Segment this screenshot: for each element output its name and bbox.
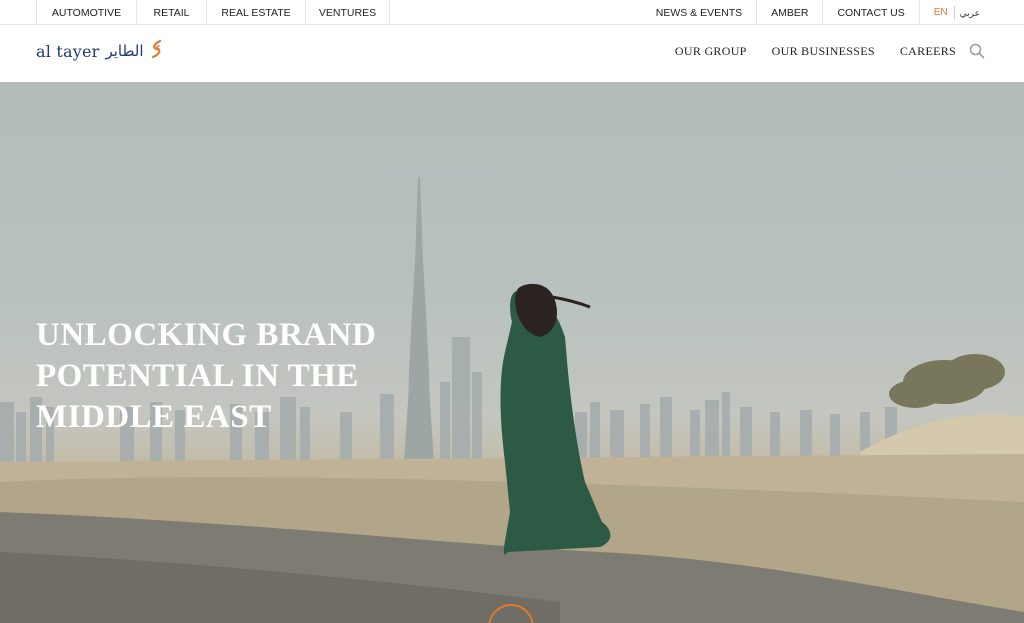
topnav-retail[interactable]: RETAIL — [137, 0, 207, 25]
lang-en-link[interactable]: EN — [934, 5, 955, 20]
hero-title: UNLOCKING BRAND POTENTIAL IN THE MIDDLE … — [36, 317, 377, 435]
main-nav: OUR GROUP OUR BUSINESSES CAREERS — [650, 26, 986, 76]
top-utility-bar: AUTOMOTIVE RETAIL REAL ESTATE VENTURES N… — [0, 0, 1024, 25]
topnav-automotive[interactable]: AUTOMOTIVE — [36, 0, 137, 25]
nav-our-group[interactable]: OUR GROUP — [675, 44, 747, 59]
top-left-nav: AUTOMOTIVE RETAIL REAL ESTATE VENTURES — [36, 0, 390, 25]
lang-ar-link[interactable]: عربي — [955, 6, 980, 20]
topnav-ventures[interactable]: VENTURES — [306, 0, 390, 25]
logo-text-en: al tayer — [36, 41, 100, 61]
top-right-nav: NEWS & EVENTS AMBER CONTACT US EN عربي — [642, 0, 988, 25]
topnav-contact-us[interactable]: CONTACT US — [823, 0, 920, 25]
brand-logo[interactable]: al tayer الطاير — [36, 36, 164, 66]
logo-mark-icon — [151, 39, 161, 59]
main-header: al tayer الطاير OUR GROUP OUR BUSINESSES… — [0, 26, 1024, 82]
search-icon[interactable] — [968, 42, 986, 60]
nav-our-businesses[interactable]: OUR BUSINESSES — [772, 44, 875, 59]
topnav-news-events[interactable]: NEWS & EVENTS — [642, 0, 758, 25]
language-switcher: EN عربي — [920, 0, 988, 25]
topnav-real-estate[interactable]: REAL ESTATE — [207, 0, 306, 25]
topnav-amber[interactable]: AMBER — [757, 0, 824, 25]
nav-careers[interactable]: CAREERS — [900, 44, 956, 59]
hero-banner: UNLOCKING BRAND POTENTIAL IN THE MIDDLE … — [0, 82, 1024, 623]
logo-text-ar: الطاير — [105, 42, 144, 60]
